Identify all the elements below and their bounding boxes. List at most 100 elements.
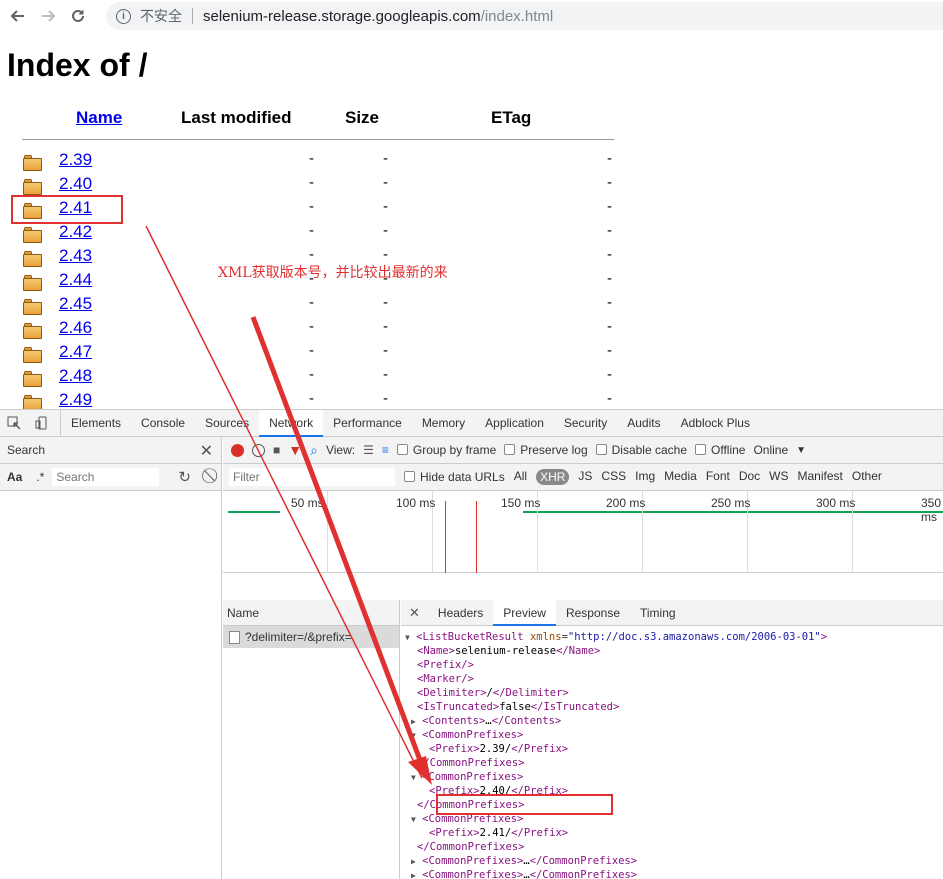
clear-log-icon[interactable] <box>252 443 265 457</box>
type-filter-doc[interactable]: Doc <box>739 469 760 485</box>
modified-cell: - <box>309 294 314 311</box>
devtools-tab-application[interactable]: Application <box>475 410 554 437</box>
type-filter-all[interactable]: All <box>514 469 527 485</box>
filter-input[interactable] <box>229 468 395 486</box>
close-detail-icon[interactable]: ✕ <box>401 605 428 621</box>
camera-icon[interactable]: ■ <box>273 443 280 457</box>
forward-icon[interactable] <box>36 4 60 28</box>
hide-data-urls-toggle[interactable]: Hide data URLs <box>404 470 505 484</box>
type-filter-manifest[interactable]: Manifest <box>798 469 843 485</box>
detail-tab-timing[interactable]: Timing <box>630 600 686 626</box>
xml-line[interactable]: ▶ <Contents>…</Contents> <box>401 714 943 728</box>
large-rows-icon[interactable]: ☰ <box>363 443 374 457</box>
version-link[interactable]: 2.48 <box>59 366 92 386</box>
folder-icon <box>23 299 42 315</box>
timeline-tick-label: 200 ms <box>606 496 646 510</box>
disable-cache-toggle[interactable]: Disable cache <box>595 443 687 457</box>
filter-icon[interactable]: ▼ <box>288 442 302 458</box>
close-icon[interactable]: ✕ <box>200 441 213 461</box>
xml-line: <IsTruncated>false</IsTruncated> <box>417 701 620 713</box>
expand-toggle-icon[interactable]: ▶ <box>411 717 416 726</box>
type-filter-css[interactable]: CSS <box>601 469 626 485</box>
group-by-frame-toggle[interactable]: Group by frame <box>396 443 496 457</box>
request-detail: ✕ Headers Preview Response Timing ▼ <ListBu… <box>401 599 943 879</box>
info-icon[interactable]: i <box>116 8 131 24</box>
version-link[interactable]: 2.44 <box>59 270 92 290</box>
header-divider <box>22 139 614 140</box>
version-link[interactable]: 2.46 <box>59 318 92 338</box>
expand-toggle-icon[interactable]: ▶ <box>411 857 416 866</box>
devtools-tab-sources[interactable]: Sources <box>195 410 259 437</box>
preserve-log-toggle[interactable]: Preserve log <box>504 443 588 457</box>
version-link[interactable]: 2.43 <box>59 246 92 266</box>
expand-toggle-icon[interactable]: ▼ <box>405 633 410 642</box>
size-cell: - <box>383 246 388 263</box>
version-link[interactable]: 2.42 <box>59 222 92 242</box>
version-link[interactable]: 2.39 <box>59 150 92 170</box>
xml-line[interactable]: ▼ <CommonPrefixes> <box>401 728 943 742</box>
address-bar[interactable]: i 不安全 selenium-release.storage.googleapi… <box>106 2 943 30</box>
modified-cell: - <box>309 318 314 335</box>
devtools-tab-performance[interactable]: Performance <box>323 410 412 437</box>
devtools-tab-elements[interactable]: Elements <box>61 410 131 437</box>
type-filter-other[interactable]: Other <box>852 469 882 485</box>
file-icon <box>229 630 240 644</box>
search-input[interactable] <box>52 468 160 486</box>
xml-line[interactable]: ▼ <ListBucketResult xmlns="http://doc.s3… <box>401 630 943 644</box>
record-icon[interactable] <box>231 443 244 457</box>
offline-toggle[interactable]: Offline <box>695 443 745 457</box>
size-cell: - <box>383 318 388 335</box>
type-filter-img[interactable]: Img <box>635 469 655 485</box>
type-filter-ws[interactable]: WS <box>769 469 788 485</box>
devtools-tab-network[interactable]: Network <box>259 409 324 437</box>
version-link[interactable]: 2.40 <box>59 174 92 194</box>
xml-line[interactable]: ▼ <CommonPrefixes> <box>401 770 943 784</box>
etag-cell: - <box>607 174 612 191</box>
etag-cell: - <box>607 198 612 215</box>
type-filter-media[interactable]: Media <box>664 469 697 485</box>
column-name-header[interactable]: Name <box>76 108 122 128</box>
version-link[interactable]: 2.45 <box>59 294 92 314</box>
version-link[interactable]: 2.49 <box>59 390 92 409</box>
refresh-icon[interactable]: ↻ <box>178 468 191 486</box>
table-row: 2.48 - - - <box>0 366 620 390</box>
throttle-select[interactable]: Online <box>753 443 788 457</box>
xml-line[interactable]: ▶ <CommonPrefixes>…</CommonPrefixes> <box>401 868 943 879</box>
modified-cell: - <box>309 390 314 407</box>
xml-line: </CommonPrefixes> <box>417 757 525 769</box>
detail-tab-response[interactable]: Response <box>556 600 630 626</box>
detail-tab-headers[interactable]: Headers <box>428 600 493 626</box>
reload-icon[interactable] <box>66 4 90 28</box>
xml-line[interactable]: ▶ <CommonPrefixes>…</CommonPrefixes> <box>401 854 943 868</box>
type-filter-font[interactable]: Font <box>706 469 730 485</box>
type-filter-js[interactable]: JS <box>578 469 592 485</box>
request-list: Name ?delimiter=/&prefix= <box>223 600 400 879</box>
search-pane: Search ✕ Aa .* ↻ ⃠ <box>0 437 222 879</box>
device-toggle-icon[interactable] <box>28 410 56 437</box>
waterfall-icon[interactable]: ≡ <box>382 443 389 457</box>
throttle-dropdown-icon[interactable]: ▼ <box>796 445 806 456</box>
back-icon[interactable] <box>6 4 30 28</box>
search-icon[interactable]: ⌕ <box>310 442 318 459</box>
expand-toggle-icon[interactable]: ▼ <box>411 773 416 782</box>
xml-line: </CommonPrefixes> <box>417 841 525 853</box>
inspect-icon[interactable] <box>0 410 28 437</box>
expand-toggle-icon[interactable]: ▶ <box>411 871 416 879</box>
request-row[interactable]: ?delimiter=/&prefix= <box>223 626 399 648</box>
expand-toggle-icon[interactable]: ▼ <box>411 815 416 824</box>
devtools-tab-audits[interactable]: Audits <box>617 410 670 437</box>
regex-button[interactable]: .* <box>36 470 44 484</box>
devtools-tab-console[interactable]: Console <box>131 410 195 437</box>
size-cell: - <box>383 342 388 359</box>
column-modified-header: Last modified <box>181 108 292 127</box>
detail-tab-preview[interactable]: Preview <box>493 599 556 626</box>
request-list-header[interactable]: Name <box>223 600 399 626</box>
devtools-tab-adblock-plus[interactable]: Adblock Plus <box>671 410 760 437</box>
devtools-tab-memory[interactable]: Memory <box>412 410 475 437</box>
devtools-tab-security[interactable]: Security <box>554 410 617 437</box>
expand-toggle-icon[interactable]: ▼ <box>411 731 416 740</box>
version-link[interactable]: 2.47 <box>59 342 92 362</box>
size-cell: - <box>383 222 388 239</box>
type-filter-xhr[interactable]: XHR <box>536 469 570 485</box>
match-case-button[interactable]: Aa <box>7 470 22 484</box>
